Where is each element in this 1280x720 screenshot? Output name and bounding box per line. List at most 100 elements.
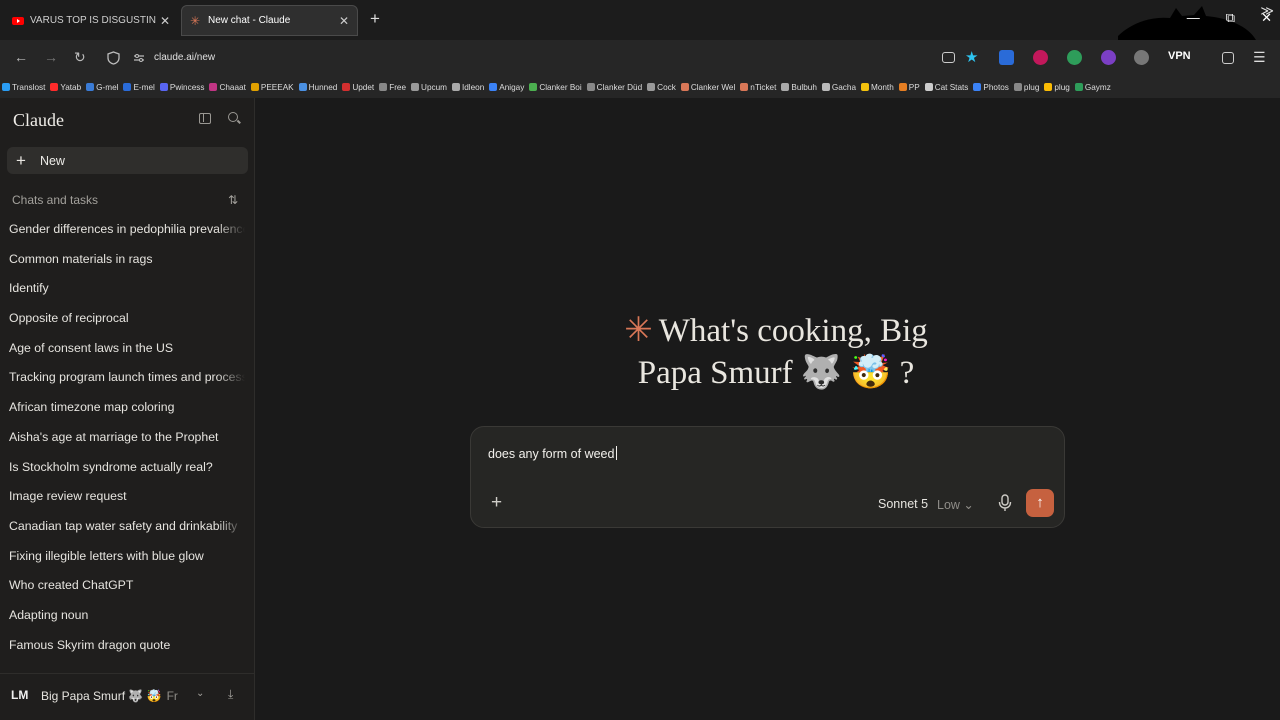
- claude-spark-icon: ✳: [190, 13, 201, 28]
- bookmark-favicon-icon: [2, 83, 10, 91]
- bookmark-item[interactable]: Updet: [342, 83, 374, 92]
- bookmark-item[interactable]: Hunned: [298, 82, 338, 92]
- shield-icon[interactable]: [107, 51, 120, 65]
- bookmark-item[interactable]: Idleon: [451, 83, 484, 92]
- bookmark-item[interactable]: G-mel: [86, 83, 118, 92]
- bookmark-label: Hunned: [308, 82, 338, 92]
- menu-icon[interactable]: ☰: [1253, 50, 1266, 64]
- bookmark-label: Free: [389, 82, 407, 92]
- minimize-button[interactable]: —: [1187, 10, 1200, 26]
- chat-list-item[interactable]: Tracking program launch times and proces…: [9, 369, 245, 399]
- bookmark-item[interactable]: Month: [861, 83, 894, 92]
- forward-button[interactable]: →: [44, 50, 58, 64]
- download-icon[interactable]: ⤓: [228, 687, 233, 702]
- chat-list-item[interactable]: Image review request: [9, 488, 245, 518]
- bookmark-label: Anigay: [499, 82, 525, 92]
- bookmark-label: nTicket: [750, 82, 777, 92]
- chat-list-item[interactable]: Adapting noun: [9, 607, 245, 637]
- bookmark-favicon-icon: [647, 83, 656, 91]
- bookmark-item[interactable]: Photos: [973, 83, 1009, 92]
- chevron-down-icon[interactable]: ⌄: [196, 688, 204, 699]
- section-heading: Chats and tasks: [12, 193, 99, 207]
- bookmark-item[interactable]: Translost: [2, 83, 45, 92]
- extension-purple-icon[interactable]: [1101, 50, 1116, 65]
- site-settings-icon[interactable]: [133, 53, 145, 63]
- bookmark-item[interactable]: Clanker Boi: [529, 83, 582, 92]
- chat-list-item[interactable]: Famous Skyrim dragon quote: [9, 637, 245, 667]
- install-app-icon[interactable]: [942, 52, 955, 63]
- microphone-icon[interactable]: [998, 494, 1012, 512]
- prompt-input[interactable]: does any form of weed: [488, 446, 618, 461]
- chat-list-item[interactable]: Aisha's age at marriage to the Prophet: [9, 429, 245, 459]
- window-controls: — ⧉ ✕: [1187, 10, 1272, 26]
- bookmark-favicon-icon: [451, 83, 460, 91]
- main-area: ✳ What's cooking, Big Papa Smurf 🐺 🤯 ? do…: [256, 98, 1280, 720]
- bookmark-item[interactable]: Clanker Düd: [586, 82, 643, 92]
- bookmark-item[interactable]: Pwincess: [159, 83, 204, 92]
- tab-youtube[interactable]: VARUS TOP IS DISGUSTING WITH ✕: [4, 5, 178, 36]
- url-field[interactable]: claude.ai/new: [154, 52, 215, 63]
- bookmark-item[interactable]: plug: [1044, 83, 1070, 92]
- user-menu[interactable]: LM Big Papa Smurf 🐺 🤯 Fr ⌄ ⤓: [0, 673, 254, 720]
- search-icon[interactable]: [228, 112, 238, 122]
- extensions-puzzle-icon[interactable]: [1222, 52, 1234, 64]
- model-selector[interactable]: Sonnet 5: [878, 497, 928, 511]
- tab-title: VARUS TOP IS DISGUSTING WITH: [30, 15, 156, 26]
- bookmark-item[interactable]: Gacha: [821, 83, 856, 92]
- vpn-button[interactable]: VPN: [1168, 50, 1191, 62]
- bookmark-item[interactable]: Clanker Wel: [680, 83, 735, 92]
- extension-green-icon[interactable]: [1067, 50, 1082, 65]
- bookmark-item[interactable]: E-mel: [123, 83, 155, 92]
- claude-logo[interactable]: Claude: [13, 110, 64, 131]
- bookmark-item[interactable]: Yatab: [50, 83, 81, 92]
- bookmark-star-icon[interactable]: ★: [965, 50, 980, 65]
- bookmark-item[interactable]: Gaymz: [1074, 83, 1111, 92]
- bookmarks-overflow-button[interactable]: ≫: [1260, 3, 1274, 19]
- chat-list-item[interactable]: Is Stockholm syndrome actually real?: [9, 459, 245, 489]
- bookmark-item[interactable]: PEEEAK: [250, 83, 294, 92]
- extension-pink-icon[interactable]: [1033, 50, 1048, 65]
- chat-list-item[interactable]: Age of consent laws in the US: [9, 340, 245, 370]
- send-button[interactable]: ↑: [1026, 489, 1054, 517]
- chat-list-item[interactable]: African timezone map coloring: [9, 399, 245, 429]
- chat-list: Gender differences in pedophilia prevale…: [9, 221, 245, 666]
- bookmark-item[interactable]: Upcum: [411, 83, 447, 92]
- bookmark-favicon-icon: [209, 83, 218, 91]
- bookmark-item[interactable]: Free: [379, 83, 406, 92]
- attach-plus-button[interactable]: +: [491, 493, 502, 512]
- bookmark-label: Updet: [352, 82, 375, 92]
- restore-button[interactable]: ⧉: [1226, 10, 1235, 26]
- new-tab-button[interactable]: +: [370, 10, 380, 27]
- bookmark-item[interactable]: nTicket: [740, 83, 776, 92]
- new-chat-button[interactable]: + New: [7, 147, 248, 174]
- extension-blue-icon[interactable]: [999, 50, 1014, 65]
- tab-claude[interactable]: ✳ New chat - Claude ✕: [181, 5, 358, 36]
- chat-list-item[interactable]: Identify: [9, 280, 245, 310]
- bookmark-item[interactable]: Cat Stats: [924, 83, 968, 92]
- bookmark-item[interactable]: Chaaat: [209, 83, 246, 92]
- avatar: LM: [11, 688, 29, 702]
- chat-list-item[interactable]: Who created ChatGPT: [9, 577, 245, 607]
- sidebar-toggle-icon[interactable]: [199, 113, 211, 124]
- bookmark-item[interactable]: Cock: [647, 83, 676, 92]
- filter-icon[interactable]: ⇅: [228, 193, 238, 207]
- effort-selector[interactable]: Low ⌄: [937, 497, 974, 512]
- bookmark-item[interactable]: Anigay: [489, 83, 524, 92]
- composer[interactable]: does any form of weed + Sonnet 5 Low ⌄ ↑: [470, 426, 1065, 528]
- chat-list-item[interactable]: Opposite of reciprocal: [9, 310, 245, 340]
- extension-grey-icon[interactable]: [1134, 50, 1149, 65]
- chat-list-item[interactable]: Gender differences in pedophilia prevale…: [9, 221, 245, 251]
- chat-list-item[interactable]: Common materials in rags: [9, 251, 245, 281]
- reload-button[interactable]: ↻: [74, 50, 86, 64]
- bookmark-item[interactable]: plug: [1013, 83, 1039, 92]
- tab-title: New chat - Claude: [208, 15, 291, 26]
- chat-list-item[interactable]: Fixing illegible letters with blue glow: [9, 548, 245, 578]
- bookmark-item[interactable]: Bulbuh: [781, 83, 817, 92]
- bookmark-label: Clanker Düd: [596, 82, 643, 92]
- tab-close-icon[interactable]: ✕: [339, 14, 349, 28]
- chat-list-item[interactable]: Canadian tap water safety and drinkabili…: [9, 518, 245, 548]
- bookmark-item[interactable]: PP: [898, 83, 920, 92]
- bookmark-favicon-icon: [898, 83, 907, 91]
- back-button[interactable]: ←: [14, 50, 28, 64]
- tab-close-icon[interactable]: ✕: [160, 14, 170, 28]
